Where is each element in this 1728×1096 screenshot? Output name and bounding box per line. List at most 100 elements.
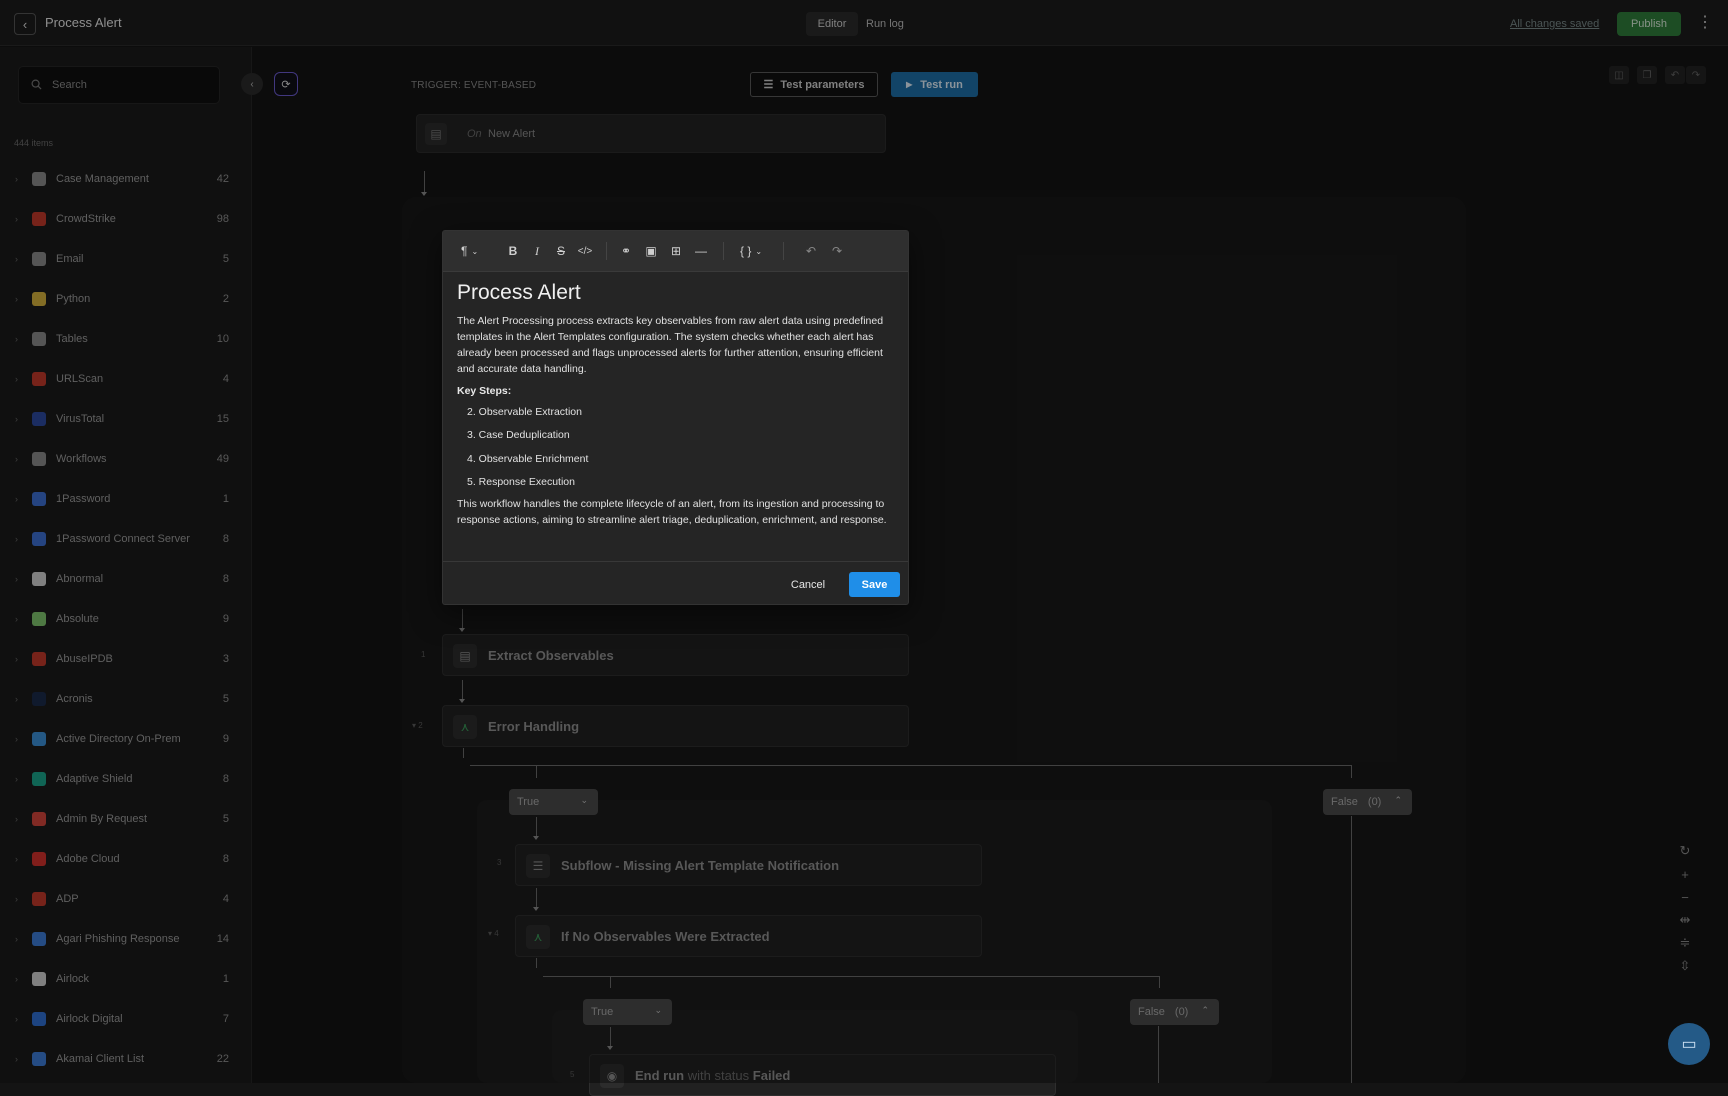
sidebar-category-item[interactable]: › Agari Phishing Response 14	[0, 919, 251, 959]
publish-button[interactable]: Publish	[1617, 12, 1681, 36]
toolbar-divider	[723, 242, 724, 260]
node-subflow-missing-template[interactable]: ☰ Subflow - Missing Alert Template Notif…	[515, 844, 982, 886]
branch-label: True	[517, 796, 540, 808]
sidebar-category-item[interactable]: › ADP 4	[0, 879, 251, 919]
toolbar-divider	[783, 242, 784, 260]
sidebar-category-item[interactable]: › Active Directory On-Prem 9	[0, 719, 251, 759]
integration-icon	[32, 1012, 46, 1026]
connector-line	[536, 958, 537, 968]
false-branch-pill[interactable]: False (0) ⌃	[1130, 999, 1219, 1025]
node-extract-observables[interactable]: ▤ Extract Observables	[442, 634, 909, 676]
sidebar-category-item[interactable]: › Abnormal 8	[0, 559, 251, 599]
trigger-node[interactable]: ▤ On New Alert	[416, 114, 886, 153]
chevron-right-icon: ›	[15, 814, 18, 824]
integration-icon	[32, 652, 46, 666]
chat-icon[interactable]: ▭	[1668, 1023, 1710, 1065]
chevron-right-icon: ›	[15, 694, 18, 704]
category-count: 15	[216, 413, 229, 425]
chevron-right-icon: ›	[15, 294, 18, 304]
undo-icon[interactable]: ↶	[1665, 66, 1685, 84]
sidebar-category-item[interactable]: › 1Password Connect Server 8	[0, 519, 251, 559]
sidebar-category-item[interactable]: › Case Management 42	[0, 159, 251, 199]
sidebar-category-item[interactable]: › Tables 10	[0, 319, 251, 359]
editor-content[interactable]: Process Alert The Alert Processing proce…	[457, 281, 897, 528]
bold-icon[interactable]: B	[505, 241, 521, 261]
integration-icon	[32, 212, 46, 226]
sidebar-category-item[interactable]: › URLScan 4	[0, 359, 251, 399]
sidebar-category-item[interactable]: › Acronis 5	[0, 679, 251, 719]
redo-icon[interactable]: ↷	[1686, 66, 1706, 84]
copy-icon[interactable]: ❐	[1637, 66, 1657, 84]
sidebar-category-item[interactable]: › Airlock 1	[0, 959, 251, 999]
horizontal-rule-icon[interactable]: —	[693, 241, 709, 261]
undo-icon[interactable]: ↶	[803, 241, 819, 261]
cancel-button[interactable]: Cancel	[783, 573, 833, 597]
end-run-mid: with status	[687, 1068, 750, 1083]
save-status-link[interactable]: All changes saved	[1510, 18, 1599, 30]
sidebar-category-item[interactable]: › Admin By Request 5	[0, 799, 251, 839]
redo-icon[interactable]: ↷	[829, 241, 845, 261]
link-icon[interactable]: ⚭	[618, 241, 634, 261]
sidebar-category-item[interactable]: › Akamai Client List 22	[0, 1039, 251, 1079]
chevron-right-icon: ›	[15, 574, 18, 584]
connector-line	[536, 817, 537, 837]
table-icon[interactable]: ⊞	[668, 241, 684, 261]
test-parameters-button[interactable]: ☰ Test parameters	[750, 72, 878, 97]
integration-icon	[32, 172, 46, 186]
variables-icon[interactable]: { } ⌄	[740, 241, 762, 261]
stop-icon: ◉	[600, 1064, 624, 1088]
sidebar-category-item[interactable]: › Python 2	[0, 279, 251, 319]
sidebar-category-item[interactable]: › VirusTotal 15	[0, 399, 251, 439]
toolbar-divider	[606, 242, 607, 260]
category-label: URLScan	[56, 373, 104, 385]
sidebar-category-item[interactable]: › Airlock Digital 7	[0, 999, 251, 1039]
sidebar-category-item[interactable]: › Adobe Cloud 8	[0, 839, 251, 879]
connector-line	[462, 680, 463, 700]
zoom-out-icon[interactable]: −	[1676, 888, 1694, 906]
chevron-right-icon: ›	[15, 174, 18, 184]
document-icon: ▤	[453, 644, 477, 668]
expand-horizontal-icon[interactable]: ⇹	[1676, 911, 1694, 929]
category-count: 8	[222, 573, 229, 585]
search-input[interactable]	[52, 67, 212, 103]
save-button[interactable]: Save	[849, 572, 900, 597]
more-options-icon[interactable]: ⋮	[1697, 13, 1713, 35]
integration-icon	[32, 932, 46, 946]
tab-run-log[interactable]: Run log	[866, 12, 904, 36]
zoom-in-icon[interactable]: +	[1676, 865, 1694, 883]
integration-icon	[32, 252, 46, 266]
false-branch-pill[interactable]: False (0) ⌃	[1323, 789, 1412, 815]
reset-view-icon[interactable]: ↻	[1676, 842, 1694, 860]
compress-vertical-icon[interactable]: ≑	[1676, 934, 1694, 952]
paragraph-icon[interactable]: ¶ ⌄	[461, 241, 478, 261]
integration-icon	[32, 972, 46, 986]
screenshot-icon[interactable]: ◫	[1609, 66, 1629, 84]
sidebar-category-item[interactable]: › Absolute 9	[0, 599, 251, 639]
expand-vertical-icon[interactable]: ⇳	[1676, 957, 1694, 975]
back-button[interactable]: ‹	[14, 13, 36, 35]
test-run-button[interactable]: ▶ Test run	[891, 72, 978, 97]
sidebar-category-item[interactable]: › AbuseIPDB 3	[0, 639, 251, 679]
step-number: 5	[570, 1070, 575, 1079]
true-branch-pill[interactable]: True ⌄	[583, 999, 672, 1025]
connector-line	[462, 609, 463, 629]
chevron-right-icon: ›	[15, 894, 18, 904]
chevron-right-icon: ›	[15, 934, 18, 944]
sidebar-category-item[interactable]: › Workflows 49	[0, 439, 251, 479]
category-count: 5	[222, 813, 229, 825]
true-branch-pill[interactable]: True ⌄	[509, 789, 598, 815]
tab-editor[interactable]: Editor	[806, 12, 858, 36]
italic-icon[interactable]: I	[529, 241, 545, 261]
node-error-handling[interactable]: ⋏ Error Handling	[442, 705, 909, 747]
sidebar-category-item[interactable]: › Email 5	[0, 239, 251, 279]
trigger-prefix: On	[467, 128, 482, 140]
node-end-run[interactable]: ◉ End run with status Failed	[589, 1054, 1056, 1096]
strikethrough-icon[interactable]: S	[553, 241, 569, 261]
sidebar-category-item[interactable]: › CrowdStrike 98	[0, 199, 251, 239]
key-steps-heading: Key Steps:	[457, 385, 512, 397]
image-icon[interactable]: ▣	[643, 241, 659, 261]
sidebar-category-item[interactable]: › 1Password 1	[0, 479, 251, 519]
sidebar-category-item[interactable]: › Adaptive Shield 8	[0, 759, 251, 799]
node-if-no-observables[interactable]: ⋏ If No Observables Were Extracted	[515, 915, 982, 957]
code-icon[interactable]: </>	[577, 241, 593, 261]
